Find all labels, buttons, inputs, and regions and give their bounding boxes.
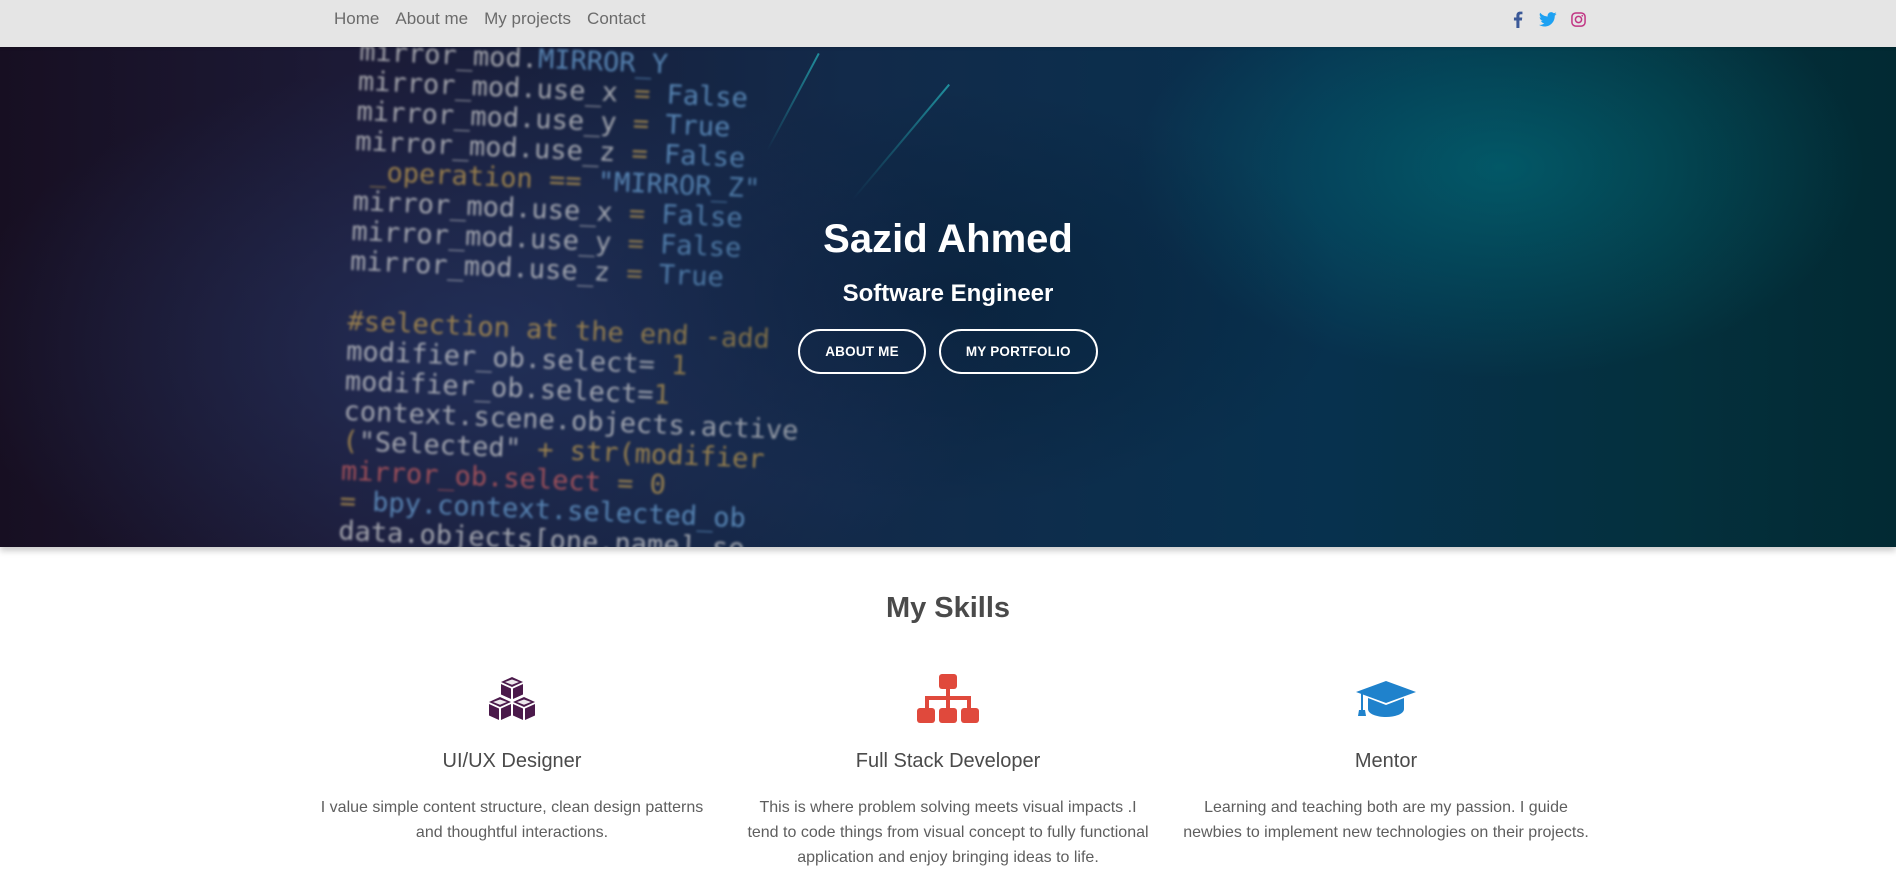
skill-card-mentor: Mentor Learning and teaching both are my… [1176, 672, 1596, 845]
skill-card-fullstack: Full Stack Developer This is where probl… [738, 672, 1158, 870]
facebook-icon[interactable] [1508, 9, 1528, 29]
social-links [1508, 0, 1588, 38]
skill-card-uiux: UI/UX Designer I value simple content st… [302, 672, 722, 845]
nav-about-link[interactable]: About me [387, 9, 476, 29]
skill-title: Mentor [1354, 750, 1418, 772]
skill-title: UI/UX Designer [442, 750, 582, 772]
skill-description-line: I value simple content structure, clean … [320, 799, 704, 816]
skill-title: Full Stack Developer [855, 750, 1041, 772]
skill-description: Learning and teaching both are my passio… [1176, 795, 1596, 845]
sitemap-icon [738, 672, 1158, 726]
cubes-icon [302, 672, 722, 726]
nav-home-link[interactable]: Home [326, 9, 387, 29]
nav-links: Home About me My projects Contact [326, 0, 654, 38]
skills-heading: My Skills [885, 592, 1011, 624]
skill-description-line: and thoughtful interactions. [415, 824, 609, 841]
skill-description: This is where problem solving meets visu… [738, 795, 1158, 870]
hero-banner: mirror_mod.MIRROR_Y mirror_mod.use_x = F… [0, 47, 1896, 547]
skill-description-line: newbies to implement new technologies on… [1183, 824, 1589, 841]
navbar: Home About me My projects Contact [0, 0, 1896, 47]
skill-description-line: Learning and teaching both are my passio… [1204, 799, 1568, 816]
about-me-button[interactable]: ABOUT ME [798, 329, 926, 374]
graduation-cap-icon [1176, 672, 1596, 726]
skill-description-line: tend to code things from visual concept … [747, 824, 1149, 841]
nav-contact-link[interactable]: Contact [579, 9, 654, 29]
nav-projects-link[interactable]: My projects [476, 9, 579, 29]
skill-description: I value simple content structure, clean … [302, 795, 722, 845]
hero-name: Sazid Ahmed [823, 217, 1073, 261]
my-portfolio-button[interactable]: MY PORTFOLIO [938, 329, 1098, 374]
skill-description-line: application and enjoy bringing ideas to … [797, 849, 1099, 866]
hero-buttons: ABOUT ME MY PORTFOLIO [0, 329, 1896, 374]
hero-subtitle: Software Engineer [842, 280, 1054, 307]
twitter-icon[interactable] [1538, 9, 1558, 29]
skill-description-line: This is where problem solving meets visu… [759, 799, 1137, 816]
instagram-icon[interactable] [1568, 9, 1588, 29]
